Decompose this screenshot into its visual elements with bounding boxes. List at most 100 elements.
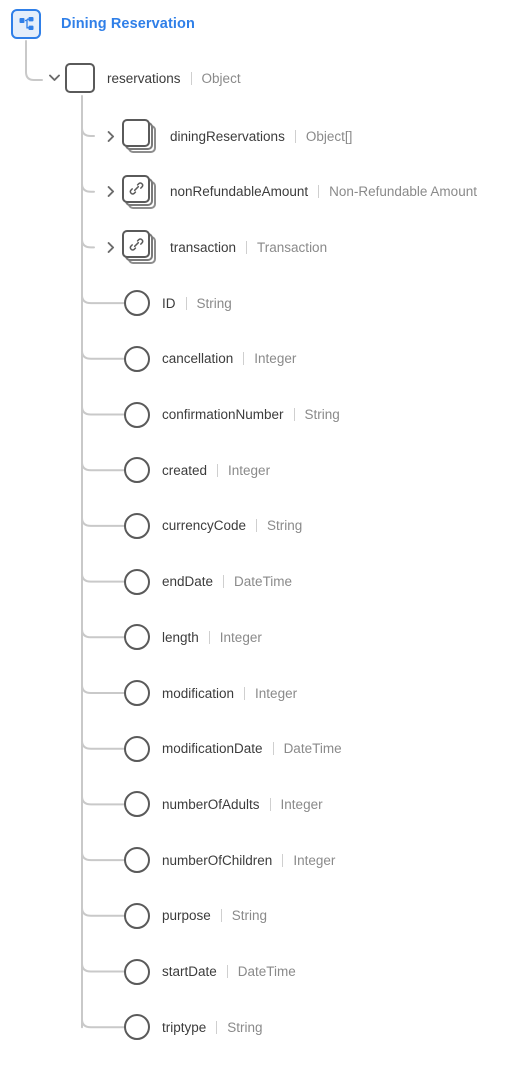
label-divider: [243, 352, 245, 366]
tree-node[interactable]: purpose String: [124, 902, 268, 929]
link-icon: [129, 237, 144, 252]
attribute-node-icon[interactable]: [124, 457, 150, 484]
attribute-node-icon[interactable]: [124, 401, 150, 428]
node-labels: ID String: [162, 296, 232, 311]
attribute-node-icon[interactable]: [124, 624, 150, 651]
node-name: modificationDate: [162, 741, 263, 757]
node-type: String: [267, 518, 303, 534]
label-divider: [246, 240, 248, 254]
attribute-node-icon[interactable]: [124, 568, 150, 595]
node-labels: numberOfAdults Integer: [162, 797, 323, 812]
node-labels: startDate DateTime: [162, 964, 296, 979]
node-type: String: [304, 407, 340, 422]
node-type: Integer: [254, 351, 297, 367]
node-labels: triptype String: [162, 1020, 263, 1035]
node-name: transaction: [170, 239, 237, 255]
tree-node[interactable]: nonRefundableAmount Non-Refundable Amount: [104, 174, 477, 209]
reference-node-icon[interactable]: [122, 174, 158, 209]
node-labels: created Integer: [162, 463, 270, 478]
node-type: String: [231, 908, 268, 924]
tree-node[interactable]: created Integer: [124, 457, 270, 484]
attribute-node-icon[interactable]: [124, 680, 150, 706]
node-labels: diningReservations Object[]: [170, 129, 352, 144]
attribute-node-icon[interactable]: [124, 290, 150, 317]
node-type: DateTime: [283, 741, 342, 757]
tree-node[interactable]: modification Integer: [124, 680, 297, 706]
tree-node[interactable]: endDate DateTime: [124, 568, 292, 595]
label-divider: [185, 296, 187, 310]
attribute-node-icon[interactable]: [124, 512, 150, 539]
node-name: endDate: [162, 574, 214, 590]
node-name: numberOfAdults: [162, 796, 260, 812]
tree-node[interactable]: diningReservations Object[]: [104, 119, 352, 153]
node-name: created: [162, 462, 208, 478]
label-divider: [282, 853, 284, 867]
tree-node[interactable]: cancellation Integer: [124, 345, 296, 372]
tree-root-node[interactable]: reservations Object: [47, 63, 241, 93]
tree-node[interactable]: currencyCode String: [124, 512, 303, 539]
node-name: numberOfChildren: [162, 852, 273, 868]
node-name: length: [162, 629, 199, 645]
label-divider: [256, 519, 258, 533]
node-type: Integer: [280, 796, 323, 812]
label-divider: [223, 575, 225, 589]
node-name: diningReservations: [170, 128, 285, 144]
tree-node[interactable]: confirmationNumber String: [124, 401, 340, 428]
attribute-node-icon[interactable]: [124, 791, 150, 818]
tree-node[interactable]: startDate DateTime: [124, 958, 296, 985]
node-labels: reservations Object: [107, 71, 241, 86]
attribute-node-icon[interactable]: [124, 345, 150, 372]
hierarchy-icon[interactable]: [11, 9, 41, 39]
tree-node[interactable]: modificationDate DateTime: [124, 735, 342, 762]
label-divider: [216, 1020, 218, 1034]
node-name: confirmationNumber: [162, 407, 284, 422]
label-divider: [190, 71, 192, 85]
array-node-icon[interactable]: [122, 119, 158, 153]
chevron-right-icon[interactable]: [104, 129, 118, 143]
tree-node[interactable]: triptype String: [124, 1014, 263, 1041]
node-type: Integer: [219, 629, 262, 645]
label-divider: [272, 742, 274, 756]
node-type: Non-Refundable Amount: [329, 184, 477, 200]
tree-node[interactable]: transaction Transaction: [104, 230, 327, 265]
reference-node-icon[interactable]: [122, 230, 158, 265]
label-divider: [244, 686, 246, 700]
chevron-down-icon[interactable]: [47, 71, 61, 85]
node-type: Object: [201, 70, 241, 86]
label-divider: [294, 129, 296, 143]
chevron-right-icon[interactable]: [104, 185, 118, 199]
node-labels: transaction Transaction: [170, 240, 327, 255]
tree-node[interactable]: length Integer: [124, 624, 262, 651]
attribute-node-icon[interactable]: [124, 902, 150, 929]
node-name: startDate: [162, 964, 217, 979]
attribute-node-icon[interactable]: [124, 735, 150, 762]
page-title: Dining Reservation: [61, 16, 195, 32]
node-labels: confirmationNumber String: [162, 407, 340, 422]
label-divider: [208, 630, 210, 644]
object-node-icon[interactable]: [65, 63, 95, 93]
node-labels: modification Integer: [162, 686, 297, 701]
attribute-node-icon[interactable]: [124, 847, 150, 874]
node-type: String: [196, 295, 232, 311]
node-type: Integer: [293, 852, 336, 868]
tree-node[interactable]: ID String: [124, 290, 232, 317]
chevron-right-icon[interactable]: [104, 240, 118, 254]
node-name: currencyCode: [162, 518, 247, 534]
node-labels: cancellation Integer: [162, 351, 296, 366]
node-name: ID: [162, 295, 176, 311]
node-type: String: [227, 1019, 263, 1035]
node-name: modification: [162, 685, 235, 701]
node-type: DateTime: [237, 964, 296, 979]
node-labels: nonRefundableAmount Non-Refundable Amount: [170, 184, 477, 199]
attribute-node-icon[interactable]: [124, 1014, 150, 1041]
label-divider: [269, 797, 271, 811]
tree-node[interactable]: numberOfAdults Integer: [124, 791, 323, 818]
node-name: cancellation: [162, 351, 234, 367]
link-icon: [129, 181, 144, 196]
label-divider: [318, 185, 320, 199]
tree-node[interactable]: numberOfChildren Integer: [124, 847, 336, 874]
attribute-node-icon[interactable]: [124, 958, 150, 985]
node-labels: endDate DateTime: [162, 574, 292, 589]
node-labels: length Integer: [162, 630, 262, 645]
node-name: nonRefundableAmount: [170, 184, 309, 200]
